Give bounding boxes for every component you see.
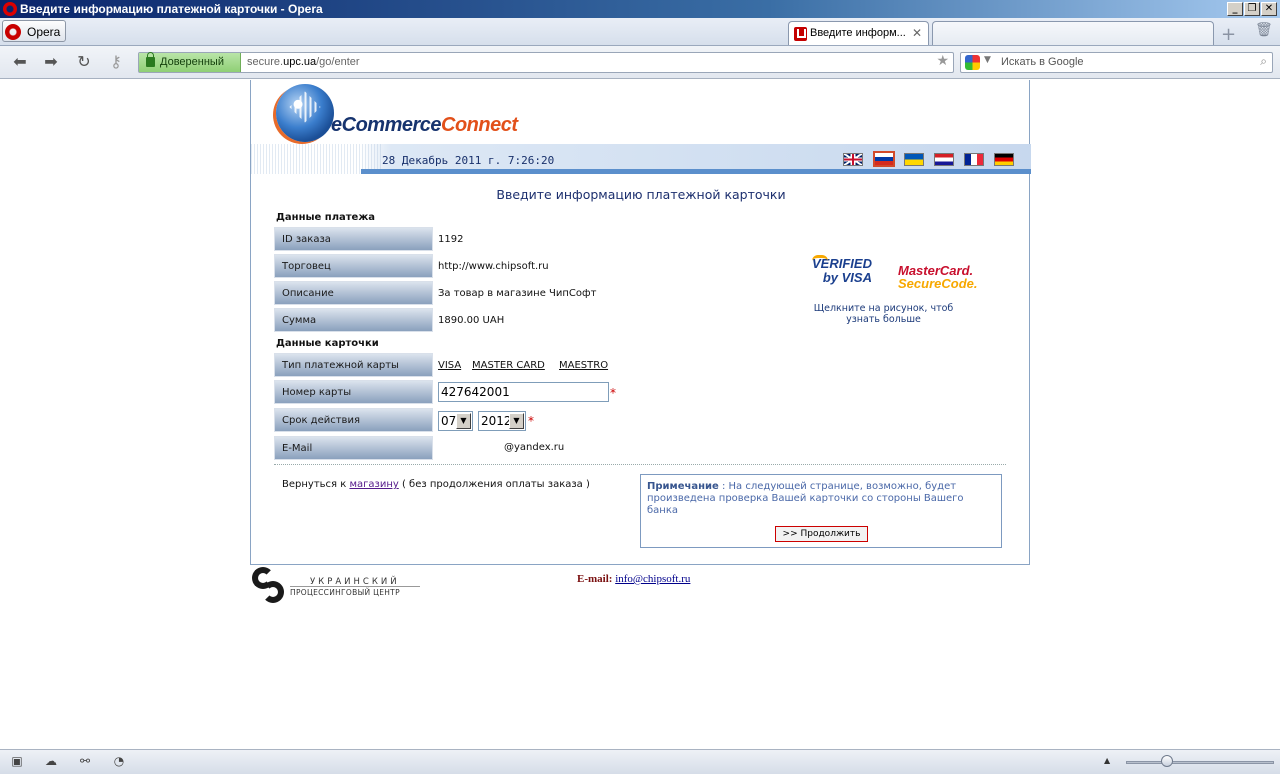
description-value: За товар в магазине ЧипСофт xyxy=(438,288,597,299)
bookmark-star-icon[interactable]: ★ xyxy=(936,53,949,69)
turbo-icon[interactable]: ◔ xyxy=(112,755,126,768)
expiry-year-value: 2012 xyxy=(481,414,512,428)
address-toolbar: ⬅ ➡ ↻ ⚷ Доверенный secure.upc.ua/go/ente… xyxy=(0,46,1280,79)
page-title: Введите информацию платежной карточки xyxy=(496,187,786,202)
flag-ua-icon[interactable] xyxy=(904,153,924,166)
email-label: E-Mail xyxy=(274,436,433,460)
form-divider xyxy=(274,464,1006,465)
upc-divider xyxy=(290,586,420,587)
zoom-slider-handle[interactable] xyxy=(1161,755,1173,767)
brand-wordmark: eCommerceConnect xyxy=(331,114,518,136)
payment-section-heading: Данные платежа xyxy=(276,212,376,223)
opera-menu-icon xyxy=(5,24,21,40)
card-number-label: Номер карты xyxy=(274,380,433,404)
merchant-value: http://www.chipsoft.ru xyxy=(438,261,549,272)
visa-swoosh-icon xyxy=(812,255,828,261)
trusted-label: Доверенный xyxy=(160,56,224,68)
window-titlebar: Введите информацию платежной карточки - … xyxy=(0,0,1280,18)
tab-close-icon[interactable]: ✕ xyxy=(912,26,922,40)
vbv-bottom-text: by VISA xyxy=(822,270,872,285)
order-id-label: ID заказа xyxy=(274,227,433,251)
forward-icon[interactable]: ➡ xyxy=(40,52,62,72)
back-icon[interactable]: ⬅ xyxy=(9,52,31,72)
card-section-heading: Данные карточки xyxy=(276,338,379,349)
expiry-year-select[interactable]: 2012 ▼ xyxy=(478,411,526,431)
card-number-input[interactable]: 427642001 xyxy=(438,382,609,402)
opera-logo-icon xyxy=(3,2,17,16)
opera-link-icon[interactable]: ⚯ xyxy=(78,755,92,768)
upc-favicon-icon xyxy=(794,27,807,41)
footer-email: E-mail: info@chipsoft.ru xyxy=(577,573,691,585)
amount-value: 1890.00 UAH xyxy=(438,315,505,326)
secure-info-text: Щелкните на рисунок, чтоб узнать больше xyxy=(813,303,954,325)
card-type-label: Тип платежной карты xyxy=(274,353,433,377)
card-type-maestro-link[interactable]: MAESTRO xyxy=(559,360,608,371)
reload-icon[interactable]: ↻ xyxy=(73,52,95,72)
mastercard-securecode-logo[interactable]: MasterCard. SecureCode. xyxy=(898,264,977,290)
url-text: secure.upc.ua/go/enter xyxy=(247,56,360,68)
expiry-month-select[interactable]: 07 ▼ xyxy=(438,411,473,431)
trusted-badge[interactable]: Доверенный xyxy=(139,52,241,72)
search-input[interactable]: ▼ Искать в Google ⌕ xyxy=(960,52,1273,73)
tab-label: Введите информ... xyxy=(810,27,906,39)
lock-icon xyxy=(146,52,155,67)
flag-en-icon[interactable] xyxy=(843,153,863,166)
zoom-up-icon[interactable]: ▲ xyxy=(1104,756,1110,765)
card-type-mastercard-link[interactable]: MASTER CARD xyxy=(472,360,545,371)
tab-empty-area[interactable] xyxy=(932,21,1214,45)
flag-fr-icon[interactable] xyxy=(964,153,984,166)
flag-de-icon[interactable] xyxy=(994,153,1014,166)
card-type-visa-link[interactable]: VISA xyxy=(438,360,461,371)
note-text: Примечание : На следующей странице, возм… xyxy=(647,481,964,516)
key-icon[interactable]: ⚷ xyxy=(105,52,127,72)
ecommerce-connect-logo-icon xyxy=(276,84,334,142)
upc-name-line2: ПРОЦЕССИНГОВЫЙ ЦЕНТР xyxy=(290,588,400,597)
opera-unite-icon[interactable]: ☁ xyxy=(44,755,58,768)
trash-icon[interactable]: 🗑 xyxy=(1255,22,1273,40)
mc-bottom-text: SecureCode. xyxy=(898,276,978,291)
order-id-value: 1192 xyxy=(438,234,464,245)
return-to-shop-text: Вернуться к магазину ( без продолжения о… xyxy=(282,479,590,490)
restore-icon[interactable]: ❐ xyxy=(1244,2,1260,16)
required-mark: * xyxy=(528,414,534,428)
payment-page: eCommerceConnect 28 Декабрь 2011 г. 7:26… xyxy=(250,80,1031,565)
note-box: Примечание : На следующей странице, возм… xyxy=(640,474,1002,548)
panel-toggle-icon[interactable]: ▣ xyxy=(10,755,24,768)
opera-menu-button[interactable]: Opera xyxy=(2,20,66,42)
amount-label: Сумма xyxy=(274,308,433,332)
flag-hr-icon[interactable] xyxy=(934,153,954,166)
chevron-down-icon[interactable]: ▼ xyxy=(456,413,471,429)
tab-payment-page[interactable]: Введите информ... ✕ xyxy=(788,21,929,45)
continue-button[interactable]: >> Продолжить xyxy=(775,526,868,542)
search-engine-dropdown-icon[interactable]: ▼ xyxy=(984,55,991,65)
zoom-slider[interactable] xyxy=(1126,761,1274,764)
google-icon[interactable] xyxy=(965,55,980,70)
footer-email-link[interactable]: info@chipsoft.ru xyxy=(615,573,690,585)
required-mark: * xyxy=(610,386,616,400)
window-title: Введите информацию платежной карточки - … xyxy=(20,2,323,16)
search-icon[interactable]: ⌕ xyxy=(1260,54,1267,69)
verified-by-visa-logo[interactable]: VERIFIED by VISA xyxy=(812,255,872,285)
return-to-shop-link[interactable]: магазину xyxy=(349,479,398,490)
status-bar: ▣ ☁ ⚯ ◔ ▲ xyxy=(0,749,1280,774)
new-tab-icon[interactable]: + xyxy=(1221,24,1236,45)
expiry-month-value: 07 xyxy=(441,414,457,428)
opera-menu-label: Opera xyxy=(27,25,61,39)
description-label: Описание xyxy=(274,281,433,305)
close-icon[interactable]: ✕ xyxy=(1261,2,1277,16)
minimize-icon[interactable]: _ xyxy=(1227,2,1243,16)
upc-logo-icon xyxy=(252,567,288,609)
merchant-label: Торговец xyxy=(274,254,433,278)
chevron-down-icon[interactable]: ▼ xyxy=(509,413,524,429)
flag-ru-icon[interactable] xyxy=(873,151,895,167)
email-value: @yandex.ru xyxy=(504,442,565,453)
search-placeholder: Искать в Google xyxy=(1001,56,1084,68)
page-datetime: 28 Декабрь 2011 г. 7:26:20 xyxy=(382,154,555,167)
tab-bar: Opera Введите информ... ✕ + 🗑 xyxy=(0,18,1280,46)
url-field[interactable]: Доверенный secure.upc.ua/go/enter ★ xyxy=(138,52,954,73)
expiry-label: Срок действия xyxy=(274,408,433,432)
